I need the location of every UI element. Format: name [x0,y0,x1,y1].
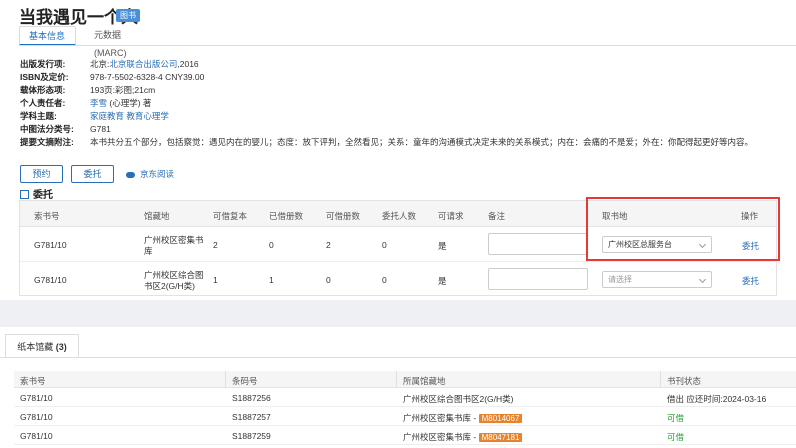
meta-key: 出版发行项: [20,59,66,69]
col-header: 备注 [488,211,506,221]
col-header: 索书号 [20,376,46,386]
book-detail-panel: 当我遇见一个人 图书 基本信息 元数据(MARC) 出版发行项: 北京:北京联合… [0,0,796,300]
remark-input[interactable] [488,233,588,255]
pickup-select[interactable]: 请选择 [602,271,712,288]
meta-key: 载体形态项: [20,85,66,95]
tab-basic-info[interactable]: 基本信息 [19,26,76,46]
meta-key: 学科主题: [20,111,57,121]
status: 借出 应还时间:2024-03-16 [667,394,767,404]
cloud-icon [126,171,135,178]
meta-value: 193页:彩图;21cm [90,85,156,95]
tab-divider [0,357,796,358]
pickup-placeholder: 请选择 [608,275,632,284]
reserve-button[interactable]: 预约 [20,165,63,183]
meta-key: 提要文摘附注: [20,137,74,147]
subject-link-2[interactable]: 教育心理学 [126,111,169,121]
meta-key: 中图法分类号: [20,124,74,134]
delegate-action-link[interactable]: 委托 [742,275,759,287]
col-header: 馆藏地 [144,211,170,221]
publisher-link[interactable]: 北京联合出版公司 [109,59,177,69]
location-line2: 库 [144,246,153,256]
status: 可借 [667,413,685,423]
call-number: G781/10 [34,240,67,250]
holdings-tab-label: 纸本馆藏 [17,342,54,352]
col-header: 委托人数 [382,211,417,221]
meta-key: ISBN及定价: [20,72,69,82]
barcode: S1887259 [232,431,271,441]
borrowed-count: 1 [269,275,274,285]
subject-link-1[interactable]: 家庭教育 [90,111,124,121]
book-icon [20,190,29,199]
publish-place: 北京: [90,59,110,69]
call-number: G781/10 [34,275,67,285]
table-row: G781/10 S1887259 广州校区密集书库 - M8047181 可借 [14,427,796,445]
meta-value: 本书共分五个部分，包括察觉：遇见内在的婴儿；态度：放下评判，全然看见；关系：童年… [90,137,754,147]
col-header: 条码号 [232,376,258,386]
borrowable-count: 0 [326,275,331,285]
status: 可借 [667,432,685,442]
delegate-count: 0 [382,240,387,250]
col-header: 可借复本 [213,211,248,221]
table-row: G781/10 S1887257 广州校区密集书库 - M8014067 可借 [14,408,796,426]
barcode: S1887256 [232,393,271,403]
tab-holdings[interactable]: 纸本馆藏 (3) [5,334,79,358]
highlight-box [586,197,780,261]
tab-marc[interactable]: 元数据(MARC) [85,26,135,58]
holdings-panel: 纸本馆藏 (3) 索书号 条码号 所属馆藏地 书刊状态 G781/10 S188… [0,327,796,448]
shelf-tag: M8014067 [478,414,523,423]
barcode: S1887257 [232,412,271,422]
location-line2: 书区2(G/H类) [144,281,196,291]
table-row: G781/10 广州校区综合图 书区2(G/H类) 1 1 0 0 是 请选择 … [20,262,776,297]
chevron-down-icon [698,275,707,284]
available-copies: 1 [213,275,218,285]
col-header: 可借册数 [326,211,361,221]
publish-year: ,2016 [177,59,199,69]
author-suffix: (心理学) 著 [107,98,152,108]
requestable: 是 [438,241,447,251]
call-number: G781/10 [20,412,53,422]
location-line1: 广州校区密集书 [144,235,204,245]
tab-divider [19,45,796,46]
col-header: 已借册数 [269,211,304,221]
jd-read-label: 京东阅读 [140,169,175,179]
delegate-count: 0 [382,275,387,285]
delegate-button[interactable]: 委托 [71,165,114,183]
holding-location: 广州校区密集书库 - [403,432,477,442]
table-row: G781/10 S1887256 广州校区综合图书区2(G/H类) 借出 应还时… [14,389,796,407]
jd-read-link[interactable]: 京东阅读 [126,168,174,180]
meta-value: 978-7-5502-6328-4 CNY39.00 [90,72,205,82]
holdings-header: 索书号 条码号 所属馆藏地 书刊状态 [14,371,796,388]
remark-input[interactable] [488,268,588,290]
delegate-section-title: 委托 [20,186,53,201]
shelf-tag: M8047181 [478,433,523,442]
col-header: 索书号 [34,211,60,221]
meta-key: 个人责任者: [20,98,66,108]
borrowed-count: 0 [269,240,274,250]
call-number: G781/10 [20,431,53,441]
col-header: 所属馆藏地 [403,376,446,386]
holding-location: 广州校区密集书库 - [403,413,477,423]
author-link[interactable]: 李雪 [90,98,107,108]
holding-location: 广州校区综合图书区2(G/H类) [403,394,514,404]
col-header: 书刊状态 [667,376,702,386]
holdings-count: (3) [55,342,67,352]
meta-value: G781 [90,124,111,134]
available-copies: 2 [213,240,218,250]
call-number: G781/10 [20,393,53,403]
col-header: 可请求 [438,211,464,221]
borrowable-count: 2 [326,240,331,250]
type-badge: 图书 [116,9,140,22]
requestable: 是 [438,276,447,286]
